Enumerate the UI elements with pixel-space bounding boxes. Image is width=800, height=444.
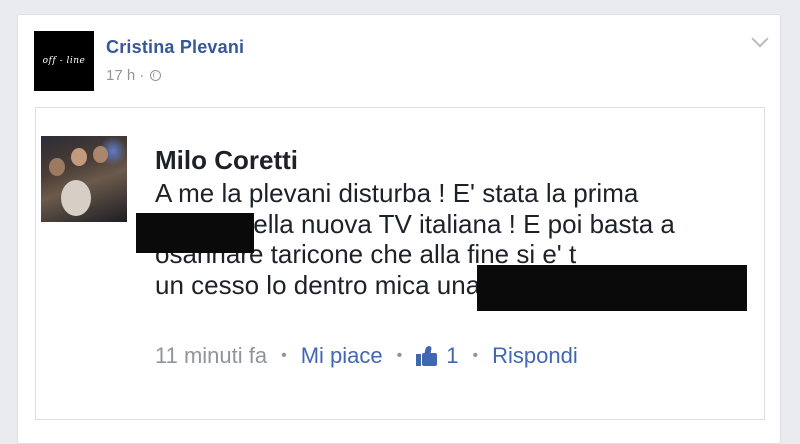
comment-actions: 11 minuti fa • Mi piace • 1 • Rispondi [155, 343, 578, 369]
post-card: off - line Cristina Plevani 17 h · Milo … [17, 14, 781, 444]
thumbs-up-icon[interactable] [416, 346, 438, 366]
like-button[interactable]: Mi piace [301, 343, 383, 369]
avatar-logo-text: off - line [42, 56, 86, 66]
commenter-name[interactable]: Milo Coretti [155, 145, 298, 176]
meta-separator: · [139, 67, 145, 84]
action-separator: • [281, 347, 287, 364]
action-separator: • [396, 347, 403, 364]
globe-icon[interactable] [150, 70, 162, 81]
commenter-avatar[interactable] [41, 136, 127, 222]
chevron-down-icon[interactable] [751, 30, 769, 48]
comment-timestamp[interactable]: 11 minuti fa [155, 343, 267, 369]
like-count[interactable]: 1 [446, 343, 458, 369]
page-avatar[interactable]: off - line [34, 31, 94, 91]
action-separator: • [472, 347, 479, 364]
redaction-box [477, 265, 747, 311]
comment-screenshot: Milo Coretti A me la plevani disturba ! … [35, 107, 765, 420]
post-meta: 17 h · [106, 67, 162, 84]
post-author-link[interactable]: Cristina Plevani [106, 37, 244, 58]
post-timestamp[interactable]: 17 h [106, 67, 135, 84]
reply-button[interactable]: Rispondi [492, 343, 578, 369]
redaction-box [136, 213, 254, 253]
